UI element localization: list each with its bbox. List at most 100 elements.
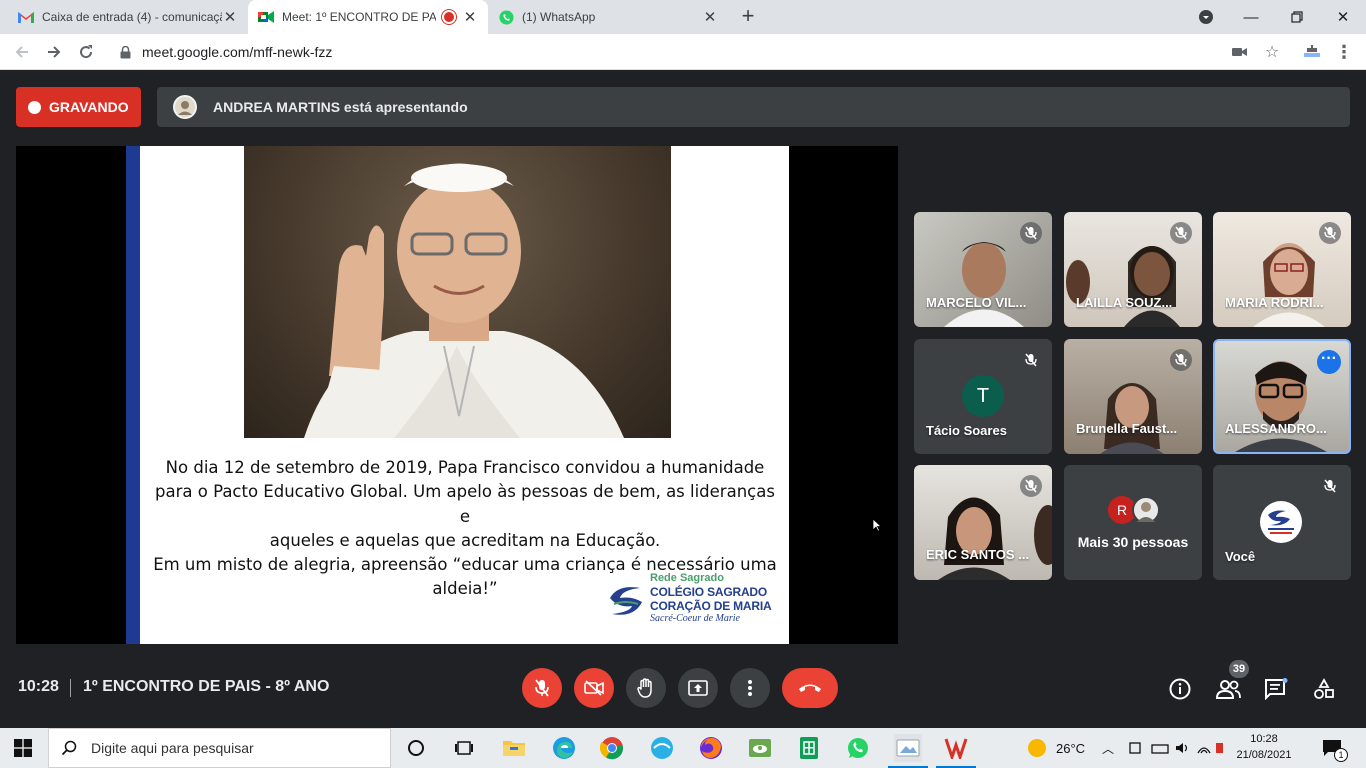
presentation-stage: No dia 12 de setembro de 2019, Papa Fran… bbox=[16, 146, 898, 644]
logo-line: Rede Sagrado bbox=[650, 572, 724, 584]
participant-name: MARIA RODRI... bbox=[1225, 295, 1324, 310]
notifications-button[interactable]: 1 bbox=[1322, 728, 1348, 768]
close-tab-icon[interactable]: ✕ bbox=[222, 8, 238, 26]
leave-call-button[interactable] bbox=[782, 668, 838, 708]
notification-count: 1 bbox=[1334, 748, 1348, 762]
address-bar[interactable]: meet.google.com/mff-newk-fzz bbox=[108, 37, 1288, 67]
windows-start-button[interactable] bbox=[14, 739, 32, 762]
participant-tile[interactable]: T Tácio Soares bbox=[914, 339, 1052, 454]
new-tab-button[interactable]: + bbox=[736, 4, 760, 30]
tab-whatsapp[interactable]: (1) WhatsApp ✕ bbox=[488, 0, 728, 34]
extension-icon[interactable] bbox=[1302, 42, 1322, 62]
chevron-down-icon bbox=[1199, 10, 1213, 24]
more-vertical-icon bbox=[748, 680, 752, 696]
self-tile[interactable]: Você bbox=[1213, 465, 1351, 580]
slide-text-line: para o Pacto Educativo Global. Um apelo … bbox=[155, 482, 775, 526]
pdf-app-icon[interactable] bbox=[936, 734, 976, 768]
weather-app-icon[interactable] bbox=[648, 734, 676, 762]
file-explorer-icon[interactable] bbox=[500, 734, 528, 762]
camera-toggle-button[interactable] bbox=[574, 668, 614, 708]
participant-tile[interactable]: MARCELO VIL... bbox=[914, 212, 1052, 327]
info-icon bbox=[1169, 678, 1191, 700]
activities-button[interactable] bbox=[1311, 676, 1337, 702]
edge-icon[interactable] bbox=[550, 734, 578, 762]
close-tab-icon[interactable]: ✕ bbox=[462, 8, 478, 26]
presenter-avatar bbox=[173, 95, 197, 119]
chrome-icon[interactable] bbox=[598, 734, 626, 762]
meeting-clock: 10:28 bbox=[18, 678, 59, 695]
recording-indicator-icon bbox=[444, 12, 454, 22]
firefox-icon[interactable] bbox=[697, 734, 725, 762]
show-hidden-icons[interactable]: ︿ bbox=[1102, 728, 1114, 768]
taskbar-date: 21/08/2021 bbox=[1236, 749, 1292, 761]
whatsapp-icon[interactable] bbox=[844, 734, 872, 762]
participant-name: LAILLA SOUZ... bbox=[1076, 295, 1173, 310]
url-text: meet.google.com/mff-newk-fzz bbox=[142, 44, 333, 60]
lock-icon bbox=[120, 45, 132, 59]
weather-widget[interactable]: 26°C bbox=[1028, 728, 1085, 768]
camera-off-icon bbox=[584, 680, 604, 696]
tab-search-button[interactable] bbox=[1184, 0, 1228, 34]
presenting-text: ANDREA MARTINS está apresentando bbox=[213, 99, 468, 115]
raise-hand-button[interactable] bbox=[626, 668, 666, 708]
slide-photo bbox=[244, 146, 671, 438]
participant-tile[interactable]: LAILLA SOUZ... bbox=[1064, 212, 1202, 327]
more-options-button[interactable] bbox=[730, 668, 770, 708]
self-avatar bbox=[1260, 501, 1302, 543]
forward-button[interactable] bbox=[42, 40, 66, 64]
present-now-button[interactable] bbox=[678, 668, 718, 708]
close-window-button[interactable]: ✕ bbox=[1320, 0, 1366, 34]
browser-menu-icon[interactable]: ⋮ bbox=[1334, 42, 1354, 62]
system-tray-icons bbox=[1128, 728, 1224, 768]
meet-icon bbox=[258, 9, 274, 25]
taskbar-search-box[interactable]: Digite aqui para pesquisar bbox=[48, 728, 391, 768]
browser-toolbar: meet.google.com/mff-newk-fzz ☆ ⋮ bbox=[0, 34, 1366, 70]
weather-temp: 26°C bbox=[1056, 740, 1086, 756]
tab-gmail[interactable]: Caixa de entrada (4) - comunicação ✕ bbox=[8, 0, 248, 34]
more-participants-tile[interactable]: R Mais 30 pessoas bbox=[1064, 465, 1202, 580]
participant-name: MARCELO VIL... bbox=[926, 295, 1027, 310]
chat-icon bbox=[1265, 678, 1288, 700]
participant-name: Você bbox=[1225, 549, 1256, 564]
search-icon bbox=[61, 740, 77, 756]
close-tab-icon[interactable]: ✕ bbox=[702, 8, 718, 26]
meeting-details-button[interactable] bbox=[1167, 676, 1193, 702]
muted-mic-icon bbox=[1170, 349, 1192, 371]
browser-tab-strip: Caixa de entrada (4) - comunicação ✕ Mee… bbox=[0, 0, 1366, 34]
slide-text-line: aqueles e aquelas que acreditam na Educa… bbox=[269, 530, 661, 550]
reload-button[interactable] bbox=[74, 40, 98, 64]
participant-tile[interactable]: ··· ALESSANDRO... bbox=[1213, 339, 1351, 454]
minimize-button[interactable]: — bbox=[1228, 0, 1274, 34]
taskbar-time: 10:28 bbox=[1250, 733, 1278, 745]
divider bbox=[70, 679, 71, 697]
show-everyone-button[interactable] bbox=[1215, 676, 1241, 702]
sticky-app-icon[interactable] bbox=[746, 734, 774, 762]
back-button[interactable] bbox=[10, 40, 34, 64]
windows-taskbar: Digite aqui para pesquisar 26°C ︿ 10:28 … bbox=[0, 728, 1366, 768]
task-view-icon[interactable] bbox=[450, 734, 478, 762]
participant-tile[interactable]: MARIA RODRI... bbox=[1213, 212, 1351, 327]
more-options-icon[interactable]: ··· bbox=[1317, 350, 1341, 374]
chat-button[interactable] bbox=[1263, 676, 1289, 702]
presentation-slide: No dia 12 de setembro de 2019, Papa Fran… bbox=[126, 146, 789, 644]
spreadsheet-icon[interactable] bbox=[795, 734, 823, 762]
search-placeholder: Digite aqui para pesquisar bbox=[91, 740, 254, 756]
image-viewer-icon[interactable] bbox=[888, 734, 928, 768]
logo-line: COLÉGIO SAGRADO bbox=[650, 585, 768, 599]
restore-button[interactable] bbox=[1274, 0, 1320, 34]
cortana-icon[interactable] bbox=[402, 734, 430, 762]
camera-in-use-icon[interactable] bbox=[1230, 42, 1250, 62]
restore-icon bbox=[1291, 11, 1303, 23]
participant-tile[interactable]: ERIC SANTOS ... bbox=[914, 465, 1052, 580]
participant-count-badge: 39 bbox=[1229, 660, 1249, 678]
bookmark-star-icon[interactable]: ☆ bbox=[1262, 42, 1282, 62]
taskbar-clock[interactable]: 10:28 21/08/2021 bbox=[1232, 731, 1296, 763]
present-screen-icon bbox=[688, 680, 708, 696]
participant-name: ERIC SANTOS ... bbox=[926, 547, 1030, 562]
mic-off-icon bbox=[535, 679, 549, 697]
participant-tile[interactable]: Brunella Faust... bbox=[1064, 339, 1202, 454]
microphone-toggle-button[interactable] bbox=[522, 668, 562, 708]
muted-mic-icon bbox=[1020, 222, 1042, 244]
tab-meet[interactable]: Meet: 1º ENCONTRO DE PAIS ✕ bbox=[248, 0, 488, 34]
presenting-banner: ANDREA MARTINS está apresentando bbox=[157, 87, 1350, 127]
